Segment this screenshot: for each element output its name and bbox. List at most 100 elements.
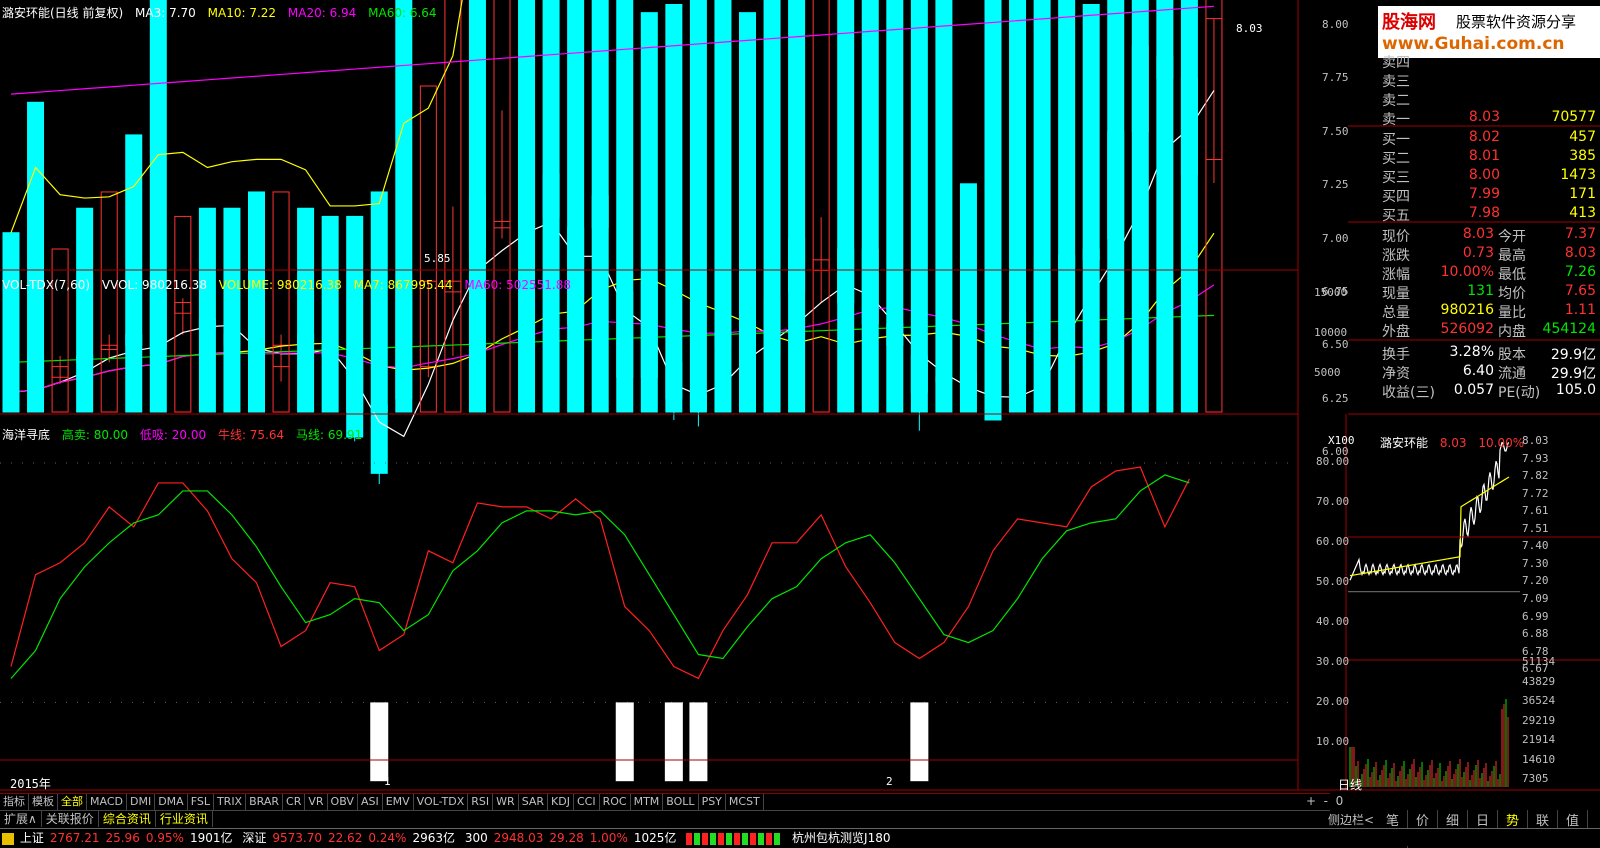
right-panel-tab[interactable]: 笔 bbox=[1378, 810, 1408, 829]
time-axis-month-2: 2 bbox=[886, 775, 893, 788]
mini-price: 8.03 bbox=[1439, 436, 1467, 450]
right-panel-tab[interactable]: 势 bbox=[1498, 810, 1528, 829]
maxian-line bbox=[10, 474, 1190, 679]
indicator-tab[interactable]: ASI bbox=[358, 794, 383, 810]
indicator-tab[interactable]: MACD bbox=[87, 794, 127, 810]
axis-label: 50.00 bbox=[1316, 575, 1350, 588]
logo-brand: 股海网 bbox=[1382, 12, 1436, 33]
right-tab-bar: 笔价细日势联值主 bbox=[1378, 810, 1600, 848]
dixi-value: 低吸: 20.00 bbox=[139, 428, 207, 442]
axis-label: 36524 bbox=[1522, 694, 1556, 707]
bottom-tab[interactable]: 扩展∧ bbox=[0, 811, 42, 827]
sell-row: 卖二 bbox=[1382, 93, 1410, 109]
vol-ma60-value: MA60: 502551.88 bbox=[464, 278, 571, 292]
axis-label: 7.61 bbox=[1522, 504, 1549, 518]
quote-row-shouyi: 收益(三) 0.057 PE(动) 105.0 bbox=[1382, 382, 1596, 401]
zoom-controls[interactable]: + - 0 bbox=[1306, 794, 1343, 808]
indicator-tab[interactable]: FSL bbox=[188, 794, 214, 810]
right-panel-tab[interactable]: 价 bbox=[1408, 810, 1438, 829]
chart-canvas[interactable] bbox=[0, 0, 1600, 846]
right-panel-tab[interactable]: 日 bbox=[1468, 810, 1498, 829]
indicator-tab[interactable]: 全部 bbox=[58, 794, 87, 810]
indicator-tab[interactable]: EMV bbox=[383, 794, 414, 810]
axis-label: 29219 bbox=[1522, 713, 1556, 727]
indicator-tab[interactable]: SAR bbox=[519, 794, 549, 810]
volume-bar bbox=[468, 0, 486, 413]
period-label[interactable]: 日线 bbox=[1338, 776, 1362, 793]
volume-bar bbox=[1058, 0, 1076, 413]
quote-row-huanshou: 换手 3.28% 股本 29.9亿 bbox=[1382, 344, 1596, 363]
indicator-tab[interactable]: 模板 bbox=[29, 794, 58, 810]
ma20-value: MA20: 6.94 bbox=[287, 6, 357, 20]
indicator-tab[interactable]: TRIX bbox=[214, 794, 247, 810]
indicator-tab[interactable]: PSY bbox=[699, 794, 726, 810]
indicator-tab[interactable]: CR bbox=[283, 794, 306, 810]
buy-row: 买三 8.00 1473 bbox=[1382, 167, 1596, 186]
volume-bar bbox=[125, 134, 143, 413]
bottom-tab[interactable]: 关联报价 bbox=[42, 811, 99, 827]
quote-row-zongliang: 总量 980216 量比 1.11 bbox=[1382, 302, 1596, 321]
indicator-tab[interactable]: MTM bbox=[631, 794, 664, 810]
ma3-line bbox=[10, 90, 1215, 438]
main-chart-header: 潞安环能(日线 前复权) MA3: 7.70 MA10: 7.22 MA20: … bbox=[2, 4, 445, 21]
axis-label: 7.82 bbox=[1522, 469, 1549, 483]
volume-bar bbox=[2, 232, 20, 413]
sell-row: 卖四 bbox=[1382, 55, 1410, 71]
indicator-tab[interactable]: CCI bbox=[574, 794, 600, 810]
indicator-tab[interactable]: VR bbox=[305, 794, 328, 810]
ma3-value: MA3: 7.70 bbox=[135, 6, 196, 20]
indicator-tab[interactable]: ROC bbox=[600, 794, 631, 810]
right-panel-tab[interactable]: 值 bbox=[1558, 810, 1588, 829]
indicator-tab[interactable]: 指标 bbox=[0, 794, 29, 810]
ma-lines bbox=[10, 90, 1215, 438]
axis-label: 7305 bbox=[1522, 772, 1549, 785]
side-panel-toggle[interactable]: 侧边栏< bbox=[1328, 811, 1374, 828]
axis-label: 7.93 bbox=[1522, 451, 1549, 465]
indicator-lines bbox=[0, 462, 1298, 782]
indicator-tab[interactable]: VOL-TDX bbox=[414, 794, 469, 810]
buy-signal-bar bbox=[910, 702, 929, 782]
logo-slogan: 股票软件资源分享 bbox=[1456, 13, 1577, 31]
indicator-tab[interactable]: OBV bbox=[328, 794, 358, 810]
axis-label: 7.20 bbox=[1522, 574, 1549, 588]
volume-bar bbox=[837, 0, 855, 413]
vvol-value: VVOL: 980216.38 bbox=[101, 278, 207, 292]
indicator-tab[interactable]: DMI bbox=[127, 794, 156, 810]
volume-bar bbox=[788, 0, 806, 413]
right-panel-tab[interactable]: 细 bbox=[1438, 810, 1468, 829]
sh-index-name[interactable]: 上证 bbox=[20, 831, 44, 845]
volume-bar bbox=[149, 0, 167, 413]
hs300-index-name[interactable]: 300 bbox=[465, 831, 488, 845]
axis-label: 7.00 bbox=[1322, 231, 1349, 245]
indicator-tab[interactable]: RSI bbox=[468, 794, 494, 810]
right-panel-tab[interactable]: 联 bbox=[1528, 810, 1558, 829]
volume-bar bbox=[861, 0, 879, 413]
indicator-tab[interactable]: WR bbox=[493, 794, 519, 810]
volume-bar bbox=[346, 215, 364, 413]
axis-label: 30.00 bbox=[1316, 655, 1350, 668]
axis-label: 80.00 bbox=[1316, 455, 1350, 468]
volume-bar bbox=[100, 191, 118, 413]
sz-index-name[interactable]: 深证 bbox=[242, 831, 266, 845]
axis-label: 60.00 bbox=[1316, 535, 1350, 548]
volume-bar bbox=[1009, 0, 1027, 413]
volume-value: VOLUME: 980216.38 bbox=[218, 278, 342, 292]
indicator-tab[interactable]: BOLL bbox=[663, 794, 699, 810]
guhai-logo: 股海网 股票软件资源分享 www.Guhai.com.cn bbox=[1378, 6, 1600, 58]
indicator-tab[interactable]: MCST bbox=[726, 794, 764, 810]
server-label[interactable]: 杭州包杭测览J180 bbox=[792, 831, 890, 845]
bottom-tab[interactable]: 行业资讯 bbox=[156, 811, 213, 827]
axis-label: 51134 bbox=[1522, 655, 1556, 668]
indicator-tab[interactable]: BRAR bbox=[246, 794, 284, 810]
vol-ma7-line bbox=[10, 0, 463, 233]
bottom-tab[interactable]: 综合资讯 bbox=[99, 811, 156, 827]
volume-bar bbox=[935, 0, 953, 413]
volume-bar bbox=[714, 0, 732, 413]
axis-label: 70.00 bbox=[1316, 495, 1350, 508]
volume-bar bbox=[395, 0, 413, 413]
indicator-tab[interactable]: KDJ bbox=[548, 794, 574, 810]
indicator-tab-bar: 指标 模板 全部 MACD DMI DMA FSL TRIX BRAR CR VR OBV ASI EMV… bbox=[0, 793, 1330, 810]
indicator-tab[interactable]: DMA bbox=[155, 794, 188, 810]
quote-row-waipan: 外盘 526092 内盘 454124 bbox=[1382, 321, 1596, 340]
start-icon[interactable] bbox=[2, 832, 14, 845]
